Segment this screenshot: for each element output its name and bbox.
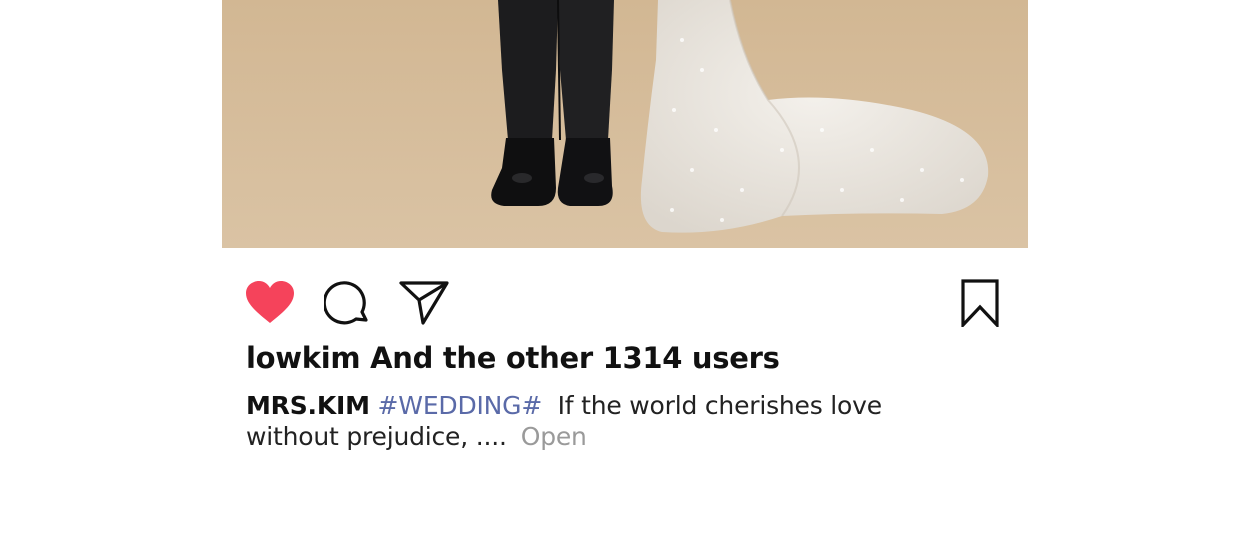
comment-bubble-icon	[324, 281, 368, 325]
caption-username[interactable]: MRS.KIM	[246, 391, 370, 420]
post-caption: MRS.KIM #WEDDING# If the world cherishes…	[246, 390, 946, 452]
wedding-photo-illustration	[222, 0, 1028, 248]
heart-icon	[246, 281, 294, 323]
bookmark-icon	[961, 279, 999, 327]
caption-open-link[interactable]: Open	[521, 422, 587, 451]
post-photo[interactable]	[222, 0, 1028, 248]
comment-button[interactable]	[321, 278, 373, 328]
action-bar	[222, 278, 1028, 328]
like-button[interactable]	[244, 278, 296, 328]
caption-hashtag[interactable]: #WEDDING#	[378, 391, 543, 420]
post-card: lowkim And the other 1314 users MRS.KIM …	[222, 0, 1028, 536]
likes-summary[interactable]: lowkim And the other 1314 users	[246, 341, 780, 375]
paper-plane-icon	[399, 281, 449, 325]
share-button[interactable]	[398, 278, 450, 328]
save-button[interactable]	[954, 278, 1006, 328]
